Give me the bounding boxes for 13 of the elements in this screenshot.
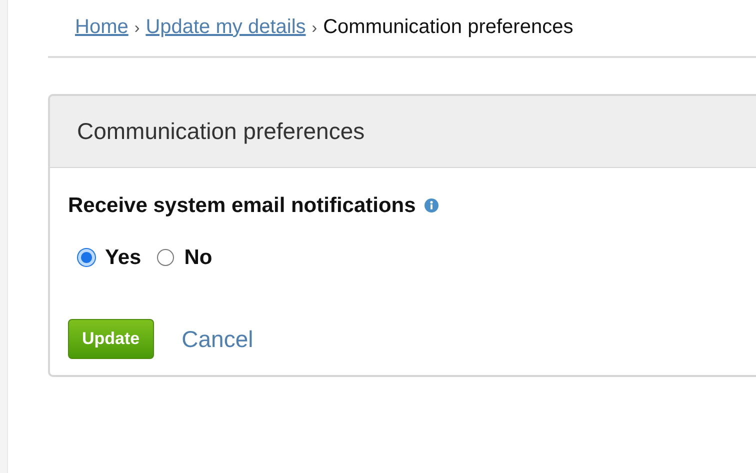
panel-title: Communication preferences	[77, 117, 365, 146]
option-label: Yes	[105, 244, 142, 270]
breadcrumb-link[interactable]: Update my details	[146, 12, 306, 42]
breadcrumb-current: Communication preferences	[323, 15, 574, 40]
breadcrumb-link[interactable]: Home	[75, 12, 128, 42]
question-label: Receive system email notifications	[68, 193, 416, 219]
breadcrumb-separator: ›	[312, 19, 318, 39]
radio-button[interactable]	[157, 248, 174, 266]
option-label: No	[184, 244, 212, 270]
update-button[interactable]: Update	[68, 319, 154, 359]
help-icon	[424, 198, 439, 214]
cancel-link[interactable]: Cancel	[182, 322, 254, 356]
breadcrumb-separator: ›	[134, 19, 140, 39]
